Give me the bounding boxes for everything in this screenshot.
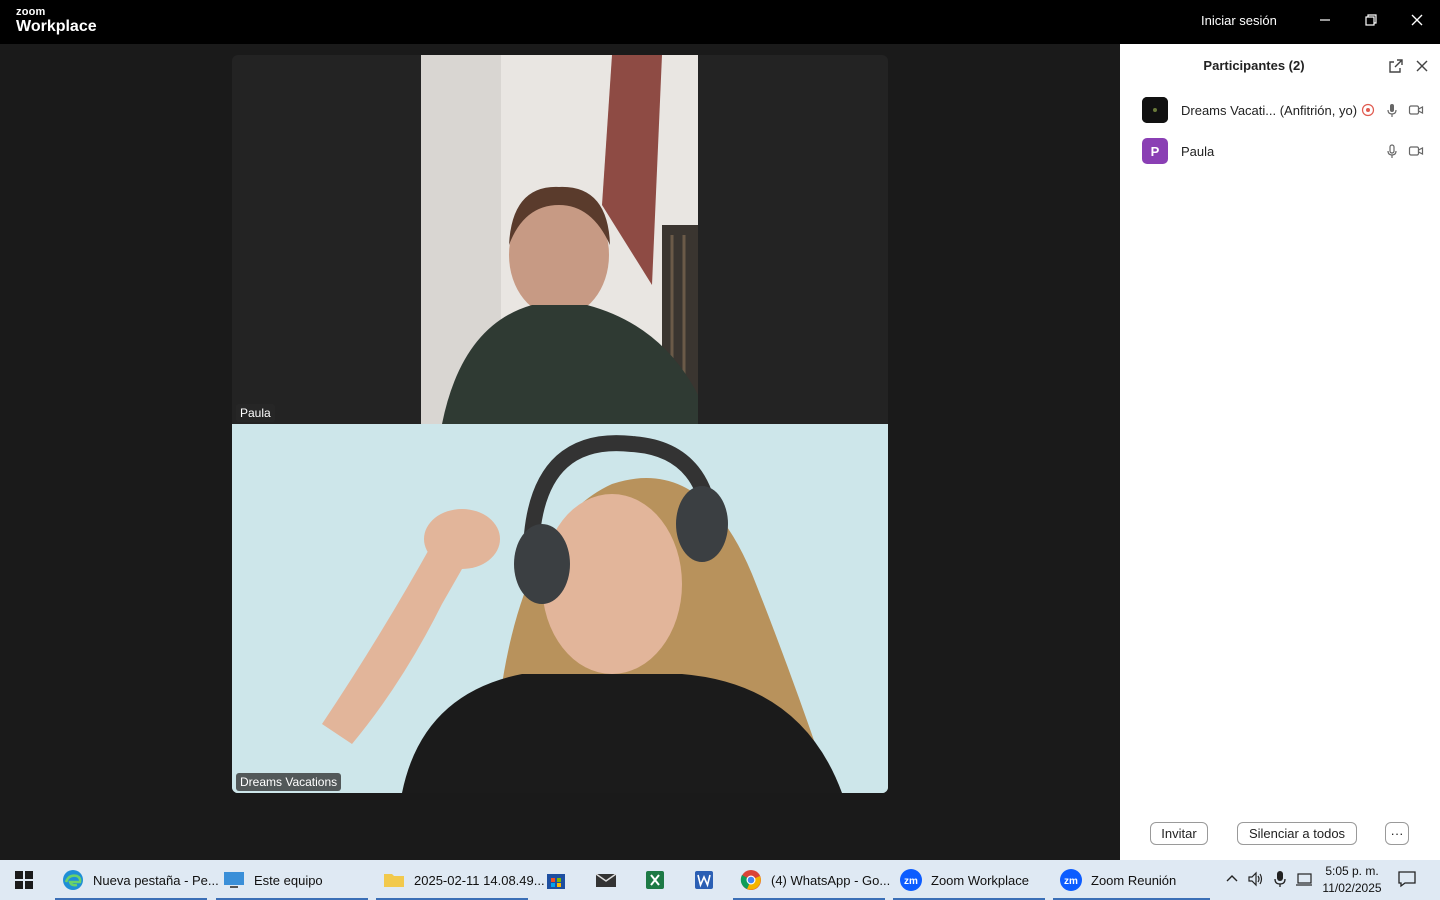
folder-icon xyxy=(384,874,404,887)
pop-out-icon[interactable] xyxy=(1388,58,1404,74)
meeting-area: Paula Dreams Vacations xyxy=(0,44,1120,860)
svg-text:zm: zm xyxy=(904,876,918,887)
more-options-button[interactable]: ··· xyxy=(1385,822,1409,845)
network-icon[interactable] xyxy=(1294,868,1314,890)
invite-button[interactable]: Invitar xyxy=(1150,822,1208,845)
taskbar-label: Zoom Reunión xyxy=(1091,872,1177,888)
participant-name: Paula xyxy=(1181,143,1215,159)
participant-row-paula[interactable]: P Paula xyxy=(1142,137,1432,165)
video-camera-icon[interactable] xyxy=(1408,102,1424,118)
start-button[interactable] xyxy=(14,860,34,900)
store-icon xyxy=(547,874,565,889)
taskbar-item-mail[interactable] xyxy=(594,860,626,900)
microphone-icon[interactable] xyxy=(1384,143,1400,159)
windows-icon xyxy=(15,871,33,889)
system-clock[interactable]: 5:05 p. m. 11/02/2025 xyxy=(1316,863,1388,897)
clock-time: 5:05 p. m. xyxy=(1325,864,1379,878)
zoom-logo: zoom Workplace xyxy=(16,7,97,35)
taskbar-label: Zoom Workplace xyxy=(931,872,1030,888)
taskbar-item-zoom-workplace[interactable]: zm Zoom Workplace xyxy=(893,860,1045,900)
video-camera-icon[interactable] xyxy=(1408,143,1424,159)
chrome-icon xyxy=(740,870,761,890)
word-icon xyxy=(695,871,713,889)
recording-icon xyxy=(1360,102,1376,118)
logo-big-text: Workplace xyxy=(16,18,97,35)
taskbar-label: Este equipo xyxy=(254,872,323,888)
taskbar-label: Nueva pestaña - Pe... xyxy=(93,872,219,888)
video-tile-paula[interactable]: Paula xyxy=(232,55,888,424)
svg-text:zm: zm xyxy=(1064,876,1078,887)
excel-icon xyxy=(646,871,664,889)
participants-title: Participantes (2) xyxy=(1203,58,1305,73)
taskbar-item-this-pc[interactable]: Este equipo xyxy=(216,860,368,900)
avatar xyxy=(1142,97,1168,123)
mute-all-button[interactable]: Silenciar a todos xyxy=(1237,822,1357,845)
dreams-vacations-video-feed xyxy=(232,424,888,793)
host-avatar-image xyxy=(1142,97,1168,123)
taskbar-item-excel[interactable] xyxy=(643,860,675,900)
taskbar-item-folder[interactable]: 2025-02-11 14.08.49... xyxy=(376,860,545,900)
tile-name-dreams-vacations: Dreams Vacations xyxy=(236,773,342,791)
taskbar-item-word[interactable] xyxy=(692,860,724,900)
taskbar-label: (4) WhatsApp - Go... xyxy=(771,872,891,888)
minimize-icon[interactable] xyxy=(1315,10,1335,30)
taskbar: Nueva pestaña - Pe... Este equipo 2025-0… xyxy=(0,860,1440,900)
taskbar-item-store[interactable] xyxy=(544,860,576,900)
avatar: P xyxy=(1142,138,1168,164)
mail-icon xyxy=(595,873,617,887)
zoom-icon: zm xyxy=(1060,869,1082,891)
video-tile-dreams-vacations[interactable]: Dreams Vacations xyxy=(232,424,888,793)
notifications-icon[interactable] xyxy=(1397,868,1417,890)
edge-icon xyxy=(63,870,83,890)
close-panel-icon[interactable] xyxy=(1414,58,1430,74)
paula-video-feed xyxy=(421,55,698,424)
participants-panel: Participantes (2) Dreams Vacati... (Anfi… xyxy=(1120,44,1440,860)
participant-name: Dreams Vacati... (Anfitrión, yo) xyxy=(1181,102,1358,118)
taskbar-label: 2025-02-11 14.08.49... xyxy=(414,872,545,888)
clock-date: 11/02/2025 xyxy=(1322,881,1382,895)
taskbar-item-edge[interactable]: Nueva pestaña - Pe... xyxy=(55,860,219,900)
title-bar: zoom Workplace Iniciar sesión xyxy=(0,0,1440,44)
chevron-up-icon[interactable] xyxy=(1222,868,1242,890)
microphone-icon[interactable] xyxy=(1270,868,1290,890)
taskbar-item-zoom-meeting[interactable]: zm Zoom Reunión xyxy=(1053,860,1210,900)
microphone-icon[interactable] xyxy=(1384,102,1400,118)
volume-icon[interactable] xyxy=(1246,868,1266,890)
close-icon[interactable] xyxy=(1407,10,1427,30)
participant-row-host[interactable]: Dreams Vacati... (Anfitrión, yo) xyxy=(1142,96,1432,124)
zoom-icon: zm xyxy=(900,869,922,891)
tile-name-paula: Paula xyxy=(236,404,275,422)
restore-icon[interactable] xyxy=(1361,10,1381,30)
computer-icon xyxy=(224,872,244,888)
sign-in-link[interactable]: Iniciar sesión xyxy=(1201,13,1277,28)
logo-small-text: zoom xyxy=(16,6,46,18)
taskbar-item-whatsapp-chrome[interactable]: (4) WhatsApp - Go... xyxy=(733,860,890,900)
